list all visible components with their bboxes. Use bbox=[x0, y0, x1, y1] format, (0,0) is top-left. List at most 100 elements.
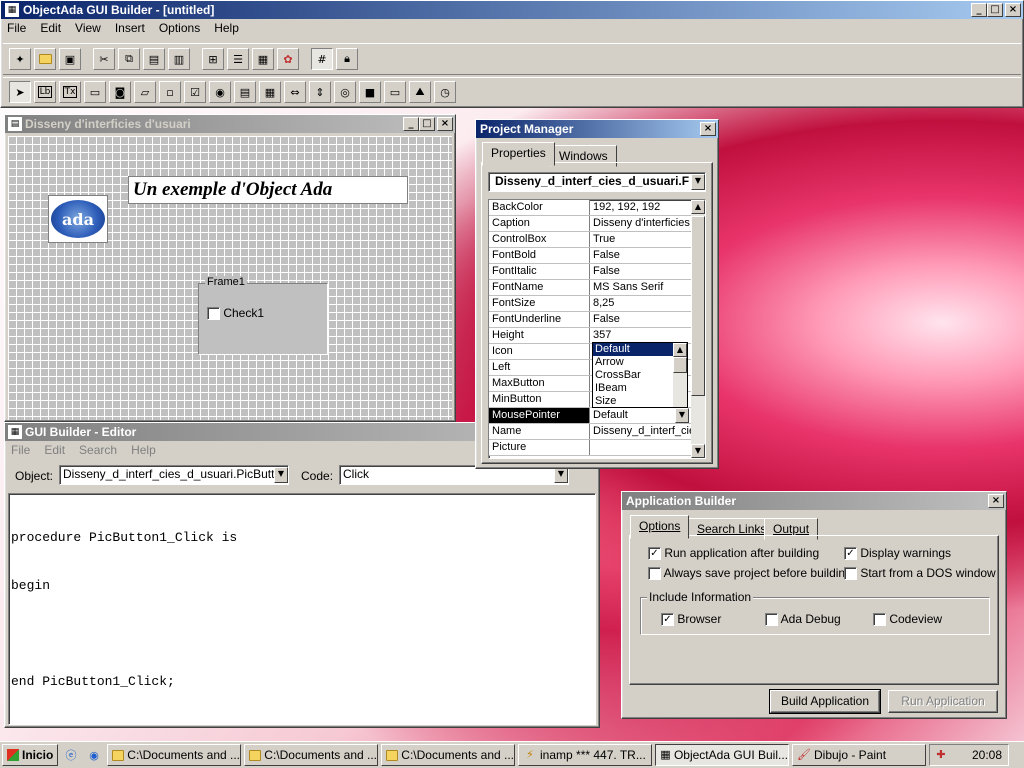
picture-tool-icon[interactable]: ◎ bbox=[334, 81, 356, 103]
open-icon[interactable] bbox=[34, 48, 56, 70]
property-row[interactable]: FontItalic False bbox=[489, 264, 691, 280]
hscroll-tool-icon[interactable]: ⇔ bbox=[284, 81, 306, 103]
chevron-down-icon[interactable]: ▼ bbox=[274, 467, 288, 483]
scroll-thumb[interactable] bbox=[691, 216, 705, 396]
main-title-bar[interactable]: ▦ ObjectAda GUI Builder - [untitled] _ □… bbox=[1, 1, 1023, 19]
run-application-button[interactable]: Run Application bbox=[888, 690, 998, 713]
ie-icon[interactable]: ⓔ bbox=[61, 744, 81, 766]
picbutton-logo[interactable]: ada bbox=[48, 195, 108, 243]
taskbar-item[interactable]: C:\Documents and ... bbox=[107, 744, 241, 766]
new-icon[interactable]: ✦ bbox=[9, 48, 31, 70]
taskbar-item[interactable]: C:\Documents and ... bbox=[381, 744, 515, 766]
checkbox-empty[interactable] bbox=[873, 613, 886, 627]
property-value[interactable]: 192, 192, 192 bbox=[590, 200, 691, 215]
minimize-icon[interactable]: _ bbox=[403, 117, 419, 131]
checkbox-empty[interactable] bbox=[844, 567, 857, 581]
check1-box[interactable] bbox=[207, 307, 220, 321]
frame1[interactable]: Frame1 Check1 bbox=[198, 276, 328, 355]
chevron-down-icon[interactable]: ▼ bbox=[691, 174, 705, 190]
pointer-icon[interactable]: ➤ bbox=[9, 81, 31, 103]
project-manager-title-bar[interactable]: Project Manager × bbox=[476, 120, 718, 138]
combobox-tool-icon[interactable]: ▦ bbox=[259, 81, 281, 103]
scroll-thumb[interactable] bbox=[673, 357, 687, 373]
form-title-bar[interactable]: ▤ Disseny d'interficies d'usuari _ □ × bbox=[5, 115, 455, 133]
close-icon[interactable]: × bbox=[437, 117, 453, 131]
dropdown-option[interactable]: Arrow bbox=[593, 356, 675, 369]
always-save-option[interactable]: Always save project before building bbox=[648, 566, 852, 581]
textbox-tool-icon[interactable]: Tx bbox=[59, 81, 81, 103]
property-value[interactable]: 357 bbox=[590, 328, 691, 343]
mousepointer-dropdown-list[interactable]: Default Arrow CrossBar IBeam Size ▲ bbox=[592, 342, 688, 408]
browser-option[interactable]: ✓ Browser bbox=[661, 612, 721, 627]
menu-editor-icon[interactable]: ▦ bbox=[252, 48, 274, 70]
rectangle-tool-icon[interactable]: ■ bbox=[359, 81, 381, 103]
ada-debug-option[interactable]: Ada Debug bbox=[765, 612, 841, 627]
image-tool-icon[interactable]: ⛰ bbox=[409, 81, 431, 103]
chevron-down-icon[interactable]: ▼ bbox=[675, 408, 689, 423]
run-after-option[interactable]: ✓ Run application after building bbox=[648, 546, 819, 561]
menu-help[interactable]: Help bbox=[214, 21, 239, 35]
editor-menu-help[interactable]: Help bbox=[131, 443, 156, 457]
check-icon[interactable]: ✓ bbox=[648, 547, 661, 561]
property-value[interactable]: Disseny d'interficies bbox=[590, 216, 691, 231]
line-tool-icon[interactable]: ▭ bbox=[384, 81, 406, 103]
app-builder-title-bar[interactable]: Application Builder × bbox=[622, 492, 1006, 510]
editor-menu-file[interactable]: File bbox=[11, 443, 30, 457]
property-row[interactable]: Name Disseny_d_interf_cie bbox=[489, 424, 691, 440]
checkbox-empty[interactable] bbox=[648, 567, 661, 581]
property-row[interactable]: FontBold False bbox=[489, 248, 691, 264]
tray-icon[interactable]: ✚ bbox=[934, 748, 948, 762]
editor-menu-search[interactable]: Search bbox=[79, 443, 117, 457]
lock-icon[interactable]: 🔒︎ bbox=[336, 48, 358, 70]
chevron-down-icon[interactable]: ▼ bbox=[554, 467, 568, 483]
checkbox-small-icon[interactable]: ▫ bbox=[159, 81, 181, 103]
frame-tool-icon[interactable]: ▭ bbox=[84, 81, 106, 103]
maximize-icon[interactable]: □ bbox=[987, 3, 1003, 17]
grid-icon[interactable]: # bbox=[311, 48, 333, 70]
display-warnings-option[interactable]: ✓ Display warnings bbox=[844, 546, 951, 561]
menu-file[interactable]: File bbox=[7, 21, 26, 35]
pm-object-selector[interactable]: Disseny_d_interf_cies_d_usuari.F ▼ bbox=[488, 172, 706, 192]
dropdown-scrollbar[interactable]: ▲ bbox=[673, 343, 687, 407]
code-editor[interactable]: procedure PicButton1_Click is begin end … bbox=[8, 493, 596, 725]
property-row[interactable]: FontName MS Sans Serif bbox=[489, 280, 691, 296]
menu-insert[interactable]: Insert bbox=[115, 21, 145, 35]
copy-icon[interactable]: ⧉ bbox=[118, 48, 140, 70]
property-row[interactable]: FontUnderline False bbox=[489, 312, 691, 328]
property-row[interactable]: BackColor 192, 192, 192 bbox=[489, 200, 691, 216]
dropdown-option[interactable]: IBeam bbox=[593, 382, 675, 395]
palette-icon[interactable]: ✿ bbox=[277, 48, 299, 70]
start-button[interactable]: Inicio bbox=[2, 744, 58, 766]
dropdown-option[interactable]: CrossBar bbox=[593, 369, 675, 382]
cut-icon[interactable]: ✂ bbox=[93, 48, 115, 70]
dropdown-option[interactable]: Size bbox=[593, 395, 675, 407]
object-combo[interactable]: Disseny_d_interf_cies_d_usuari.PicButton… bbox=[59, 465, 289, 485]
label-tool-icon[interactable]: Lb bbox=[34, 81, 56, 103]
property-row[interactable]: MousePointer Default ▼ bbox=[489, 408, 691, 424]
taskbar-item[interactable]: 🖌︎ Dibujo - Paint bbox=[792, 744, 926, 766]
scroll-up-icon[interactable]: ▲ bbox=[691, 200, 705, 214]
heading-label[interactable]: Un exemple d'Object Ada bbox=[128, 176, 408, 204]
build-application-button[interactable]: Build Application bbox=[769, 689, 881, 714]
close-icon[interactable]: × bbox=[1005, 3, 1021, 17]
check1[interactable]: Check1 bbox=[207, 306, 264, 321]
dos-window-option[interactable]: Start from a DOS window bbox=[844, 566, 996, 581]
menu-edit[interactable]: Edit bbox=[40, 21, 61, 35]
maximize-icon[interactable]: □ bbox=[419, 117, 435, 131]
hierarchy-icon[interactable]: ⊞ bbox=[202, 48, 224, 70]
close-icon[interactable]: × bbox=[988, 494, 1004, 508]
minimize-icon[interactable]: _ bbox=[971, 3, 987, 17]
check-icon[interactable]: ✓ bbox=[844, 547, 857, 561]
property-row[interactable]: Caption Disseny d'interficies bbox=[489, 216, 691, 232]
clock[interactable]: 20:08 bbox=[972, 745, 1002, 765]
tab-properties[interactable]: Properties bbox=[482, 142, 555, 166]
paste-icon[interactable]: ▤ bbox=[143, 48, 165, 70]
property-row[interactable]: ControlBox True bbox=[489, 232, 691, 248]
scroll-up-icon[interactable]: ▲ bbox=[673, 343, 687, 357]
property-value[interactable]: 8,25 bbox=[590, 296, 691, 311]
vscroll-tool-icon[interactable]: ⇕ bbox=[309, 81, 331, 103]
timer-tool-icon[interactable]: ◷ bbox=[434, 81, 456, 103]
property-scrollbar[interactable]: ▲ ▼ bbox=[691, 200, 705, 458]
property-value[interactable]: Disseny_d_interf_cie bbox=[590, 424, 691, 439]
tab-options[interactable]: Options bbox=[630, 515, 690, 539]
